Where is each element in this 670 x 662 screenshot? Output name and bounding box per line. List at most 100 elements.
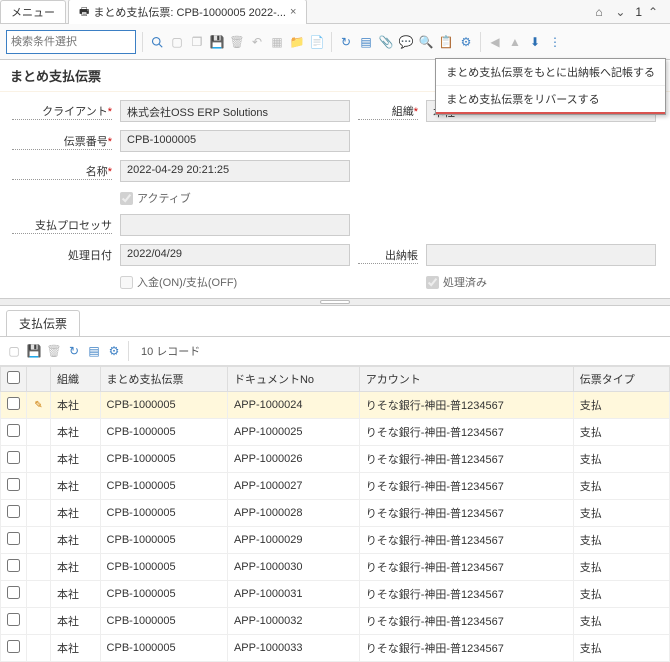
col-rowicon <box>27 367 51 392</box>
table-row[interactable]: 本社CPB-1000005APP-1000031りそな銀行-神田-普123456… <box>1 581 670 608</box>
row-checkbox[interactable] <box>7 532 20 545</box>
dropdown-item-cashbook[interactable]: まとめ支払伝票をもとに出納帳へ記帳する <box>436 59 665 86</box>
cell-acct: りそな銀行-神田-普1234567 <box>359 500 573 527</box>
tab-active[interactable]: 🖶 まとめ支払伝票: CPB-1000005 2022-... × <box>68 0 307 25</box>
cell-org: 本社 <box>51 473 101 500</box>
col-checkbox[interactable] <box>1 367 27 392</box>
tab-payment-slip[interactable]: 支払伝票 <box>6 310 80 336</box>
table-row[interactable]: 本社CPB-1000005APP-1000033りそな銀行-神田-普123456… <box>1 635 670 662</box>
cell-org: 本社 <box>51 392 101 419</box>
cell-type: 支払 <box>573 554 669 581</box>
edit-row-icon[interactable]: ✎ <box>34 400 42 411</box>
row-checkbox[interactable] <box>7 424 20 437</box>
zoom-icon[interactable]: 🔍 <box>418 34 434 50</box>
grid-new-icon: ▢ <box>6 343 22 359</box>
table-row[interactable]: 本社CPB-1000005APP-1000026りそな銀行-神田-普123456… <box>1 446 670 473</box>
cell-doc: APP-1000024 <box>227 392 359 419</box>
cell-acct: りそな銀行-神田-普1234567 <box>359 419 573 446</box>
cell-type: 支払 <box>573 419 669 446</box>
checkbox-active-input <box>120 192 133 205</box>
copy-icon: ❐ <box>189 34 205 50</box>
col-org[interactable]: 組織 <box>51 367 101 392</box>
cell-group: CPB-1000005 <box>100 392 227 419</box>
cell-type: 支払 <box>573 500 669 527</box>
table-row[interactable]: 本社CPB-1000005APP-1000032りそな銀行-神田-普123456… <box>1 608 670 635</box>
label-docno: 伝票番号* <box>12 133 112 150</box>
label-cashbook: 出納帳 <box>358 247 418 264</box>
cell-doc: APP-1000030 <box>227 554 359 581</box>
label-date: 処理日付 <box>12 247 112 263</box>
grid-process-icon[interactable]: ⚙ <box>106 343 122 359</box>
cell-acct: りそな銀行-神田-普1234567 <box>359 635 573 662</box>
table-row[interactable]: 本社CPB-1000005APP-1000030りそな銀行-神田-普123456… <box>1 554 670 581</box>
checkbox-deposit: 入金(ON)/支払(OFF) <box>120 274 350 290</box>
table-row[interactable]: 本社CPB-1000005APP-1000029りそな銀行-神田-普123456… <box>1 527 670 554</box>
home-icon[interactable]: ⌂ <box>595 5 609 19</box>
table-row[interactable]: 本社CPB-1000005APP-1000025りそな銀行-神田-普123456… <box>1 419 670 446</box>
down-arrow-icon[interactable]: ⬇ <box>527 34 543 50</box>
search-select[interactable] <box>6 30 136 54</box>
left-icon: ◀ <box>487 34 503 50</box>
cell-group: CPB-1000005 <box>100 500 227 527</box>
gear-icon[interactable]: ⚙ <box>458 34 474 50</box>
cell-type: 支払 <box>573 473 669 500</box>
chevron-down-icon[interactable]: ⌄ <box>615 5 629 19</box>
cell-acct: りそな銀行-神田-普1234567 <box>359 473 573 500</box>
refresh-icon[interactable]: ↻ <box>338 34 354 50</box>
more-icon[interactable]: ⋮ <box>547 34 563 50</box>
checkbox-processed-input <box>426 276 439 289</box>
cell-type: 支払 <box>573 446 669 473</box>
attach-icon[interactable]: 📎 <box>378 34 394 50</box>
cell-type: 支払 <box>573 581 669 608</box>
chevron-up-icon[interactable]: ⌃ <box>648 5 662 19</box>
chat-icon[interactable]: 💬 <box>398 34 414 50</box>
cell-doc: APP-1000032 <box>227 608 359 635</box>
col-group[interactable]: まとめ支払伝票 <box>100 367 227 392</box>
col-doc[interactable]: ドキュメントNo <box>227 367 359 392</box>
row-checkbox[interactable] <box>7 613 20 626</box>
cell-acct: りそな銀行-神田-普1234567 <box>359 527 573 554</box>
row-checkbox[interactable] <box>7 478 20 491</box>
cell-group: CPB-1000005 <box>100 473 227 500</box>
row-checkbox[interactable] <box>7 397 20 410</box>
field-cashbook <box>426 244 656 266</box>
row-checkbox[interactable] <box>7 451 20 464</box>
checkbox-processed: 処理済み <box>426 274 656 290</box>
grid-customize-icon[interactable]: ▤ <box>86 343 102 359</box>
cell-group: CPB-1000005 <box>100 446 227 473</box>
cell-org: 本社 <box>51 554 101 581</box>
tabbar-right: ⌂ ⌄ 1 ⌃ <box>595 5 670 19</box>
cell-acct: りそな銀行-神田-普1234567 <box>359 581 573 608</box>
row-checkbox[interactable] <box>7 586 20 599</box>
table-row[interactable]: 本社CPB-1000005APP-1000027りそな銀行-神田-普123456… <box>1 473 670 500</box>
checkbox-deposit-input <box>120 276 133 289</box>
grid-refresh-icon[interactable]: ↻ <box>66 343 82 359</box>
report-icon[interactable]: 📋 <box>438 34 454 50</box>
cell-group: CPB-1000005 <box>100 554 227 581</box>
cell-org: 本社 <box>51 500 101 527</box>
cell-group: CPB-1000005 <box>100 608 227 635</box>
splitter[interactable] <box>0 298 670 306</box>
cell-type: 支払 <box>573 635 669 662</box>
form-area: クライアント* 株式会社OSS ERP Solutions 組織* 本社 伝票番… <box>0 92 670 298</box>
row-checkbox[interactable] <box>7 505 20 518</box>
table-icon[interactable]: ▤ <box>358 34 374 50</box>
table-row[interactable]: 本社CPB-1000005APP-1000028りそな銀行-神田-普123456… <box>1 500 670 527</box>
checkbox-active: アクティブ <box>120 190 350 206</box>
col-acct[interactable]: アカウント <box>359 367 573 392</box>
label-processor: 支払プロセッサ <box>12 217 112 234</box>
close-icon[interactable]: × <box>290 6 296 18</box>
cell-doc: APP-1000025 <box>227 419 359 446</box>
search-icon[interactable] <box>149 34 165 50</box>
row-checkbox[interactable] <box>7 559 20 572</box>
tab-menu[interactable]: メニュー <box>0 0 66 23</box>
folder-icon: 📁 <box>289 34 305 50</box>
undo-icon: ↶ <box>249 34 265 50</box>
col-type[interactable]: 伝票タイプ <box>573 367 669 392</box>
row-checkbox[interactable] <box>7 640 20 653</box>
table-row[interactable]: ✎本社CPB-1000005APP-1000024りそな銀行-神田-普12345… <box>1 392 670 419</box>
detail-grid: 組織 まとめ支払伝票 ドキュメントNo アカウント 伝票タイプ ✎本社CPB-1… <box>0 366 670 662</box>
dropdown-item-reverse[interactable]: まとめ支払伝票をリバースする <box>436 86 665 114</box>
grid-delete-icon: 🗑 <box>46 343 62 359</box>
cell-org: 本社 <box>51 419 101 446</box>
